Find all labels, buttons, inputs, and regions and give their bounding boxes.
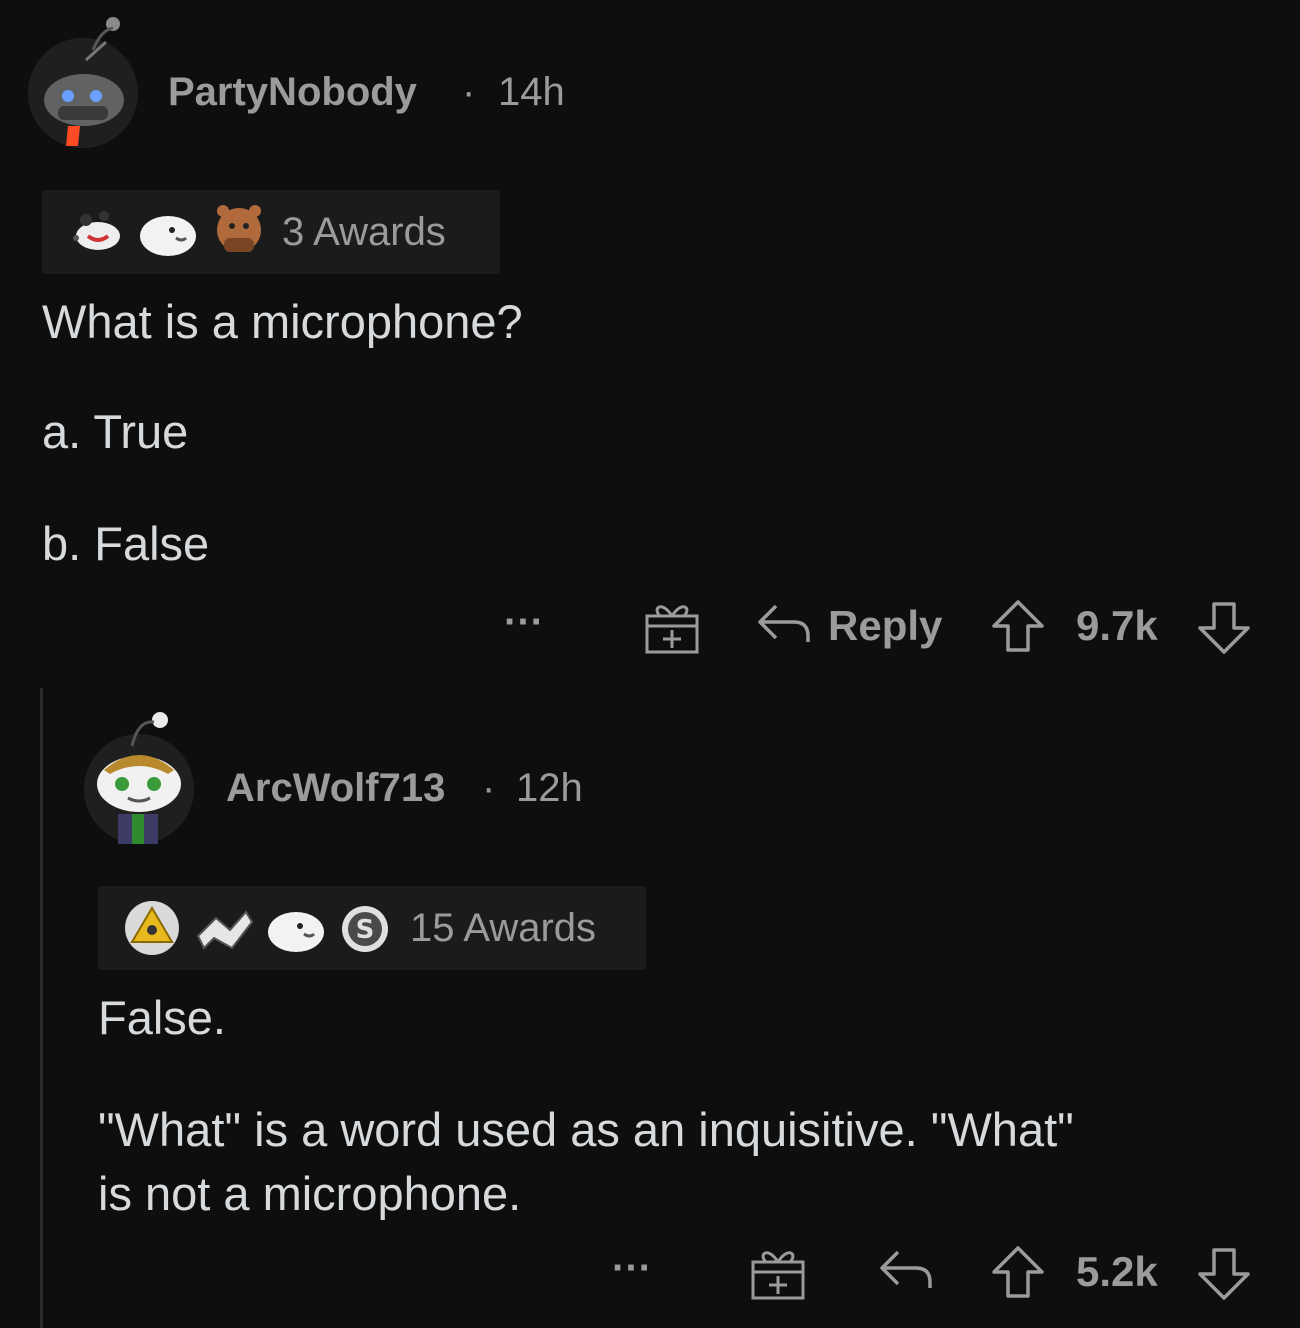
comment-body-line: b. False bbox=[42, 517, 210, 570]
comment-body-line: What is a microphone? bbox=[42, 295, 523, 348]
vote-score: 5.2k bbox=[1076, 1248, 1158, 1295]
avatar-snoo-icon bbox=[84, 734, 194, 844]
downvote-icon[interactable] bbox=[1196, 1246, 1252, 1302]
silver-award-icon: S bbox=[342, 906, 388, 952]
reply-icon[interactable] bbox=[756, 602, 812, 646]
reply-button[interactable]: Reply bbox=[828, 602, 942, 650]
meta-separator: · bbox=[482, 766, 496, 810]
upvote-icon[interactable] bbox=[990, 598, 1046, 654]
comment-username[interactable]: PartyNobody bbox=[168, 70, 417, 115]
comment-body-line: a. True bbox=[42, 405, 189, 458]
more-options-button[interactable]: ··· bbox=[612, 1246, 652, 1291]
awards-badge[interactable]: S 15 Awards bbox=[98, 886, 646, 970]
bear-award-icon bbox=[217, 205, 261, 252]
svg-text:S: S bbox=[356, 915, 375, 945]
upvote-icon[interactable] bbox=[990, 1244, 1046, 1300]
awards-badge[interactable]: 3 Awards bbox=[42, 190, 500, 274]
downvote-icon[interactable] bbox=[1196, 600, 1252, 656]
avatar[interactable] bbox=[28, 17, 138, 148]
meta-separator: · bbox=[462, 70, 476, 114]
more-options-button[interactable]: ··· bbox=[504, 600, 544, 645]
vote-score: 9.7k bbox=[1076, 602, 1158, 649]
comment-body-line: "What" is a word used as an inquisitive.… bbox=[98, 1103, 1074, 1156]
comment-username[interactable]: ArcWolf713 bbox=[226, 766, 445, 811]
wholesome-seal-icon bbox=[73, 211, 120, 250]
awards-count: 3 Awards bbox=[282, 210, 446, 254]
reply-icon[interactable] bbox=[878, 1248, 934, 1292]
comment-body-line: False. bbox=[98, 991, 226, 1044]
comment-timestamp: 12h bbox=[516, 766, 583, 810]
avatar-antenna-icon bbox=[130, 712, 168, 747]
seal-icon bbox=[140, 216, 196, 256]
thread-line[interactable] bbox=[40, 688, 43, 1328]
give-award-icon[interactable] bbox=[644, 598, 700, 656]
avatar-antenna-icon bbox=[91, 17, 120, 51]
illuminati-award-icon bbox=[125, 901, 179, 955]
handshake-award-icon bbox=[196, 910, 254, 950]
give-award-icon[interactable] bbox=[750, 1244, 806, 1302]
comment-timestamp: 14h bbox=[498, 70, 565, 114]
seal-icon bbox=[268, 912, 324, 952]
awards-count: 15 Awards bbox=[410, 906, 597, 950]
comment-body-line: is not a microphone. bbox=[98, 1167, 522, 1220]
avatar[interactable] bbox=[84, 712, 194, 844]
